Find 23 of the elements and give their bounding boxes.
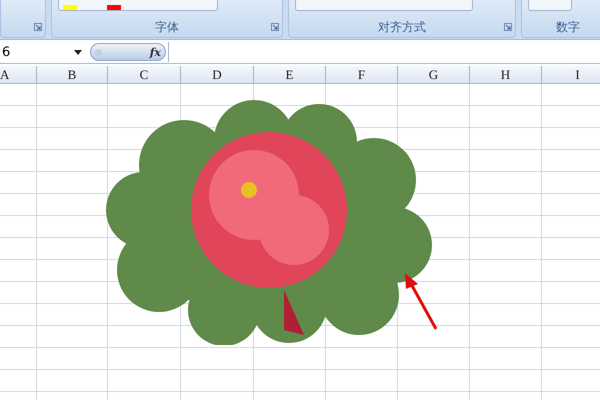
toolbar-buttons[interactable] bbox=[295, 0, 473, 11]
caret-icon bbox=[74, 50, 82, 54]
column-header[interactable]: H bbox=[470, 66, 542, 83]
column-header[interactable]: F bbox=[326, 66, 398, 83]
name-box[interactable]: 6 bbox=[0, 42, 86, 62]
insert-function-button[interactable]: fx bbox=[90, 43, 166, 61]
column-header[interactable]: I bbox=[542, 66, 600, 83]
dialog-launcher-icon[interactable] bbox=[271, 23, 279, 31]
group-label: 字体 bbox=[154, 19, 180, 36]
dialog-launcher-icon[interactable] bbox=[504, 23, 512, 31]
circle-icon bbox=[95, 48, 102, 56]
column-header[interactable]: A bbox=[0, 66, 37, 83]
font-color-buttons[interactable] bbox=[58, 0, 218, 11]
dialog-launcher-icon[interactable] bbox=[34, 23, 42, 31]
column-header[interactable]: B bbox=[37, 66, 108, 83]
column-header[interactable]: D bbox=[181, 66, 254, 83]
column-header[interactable]: C bbox=[108, 66, 181, 83]
column-header[interactable]: G bbox=[398, 66, 470, 83]
group-label: 数字 bbox=[555, 19, 581, 36]
toolbar-buttons[interactable] bbox=[528, 0, 572, 11]
pointer-arrow bbox=[402, 272, 440, 332]
group-label: 对齐方式 bbox=[377, 19, 427, 36]
column-header[interactable]: E bbox=[254, 66, 326, 83]
